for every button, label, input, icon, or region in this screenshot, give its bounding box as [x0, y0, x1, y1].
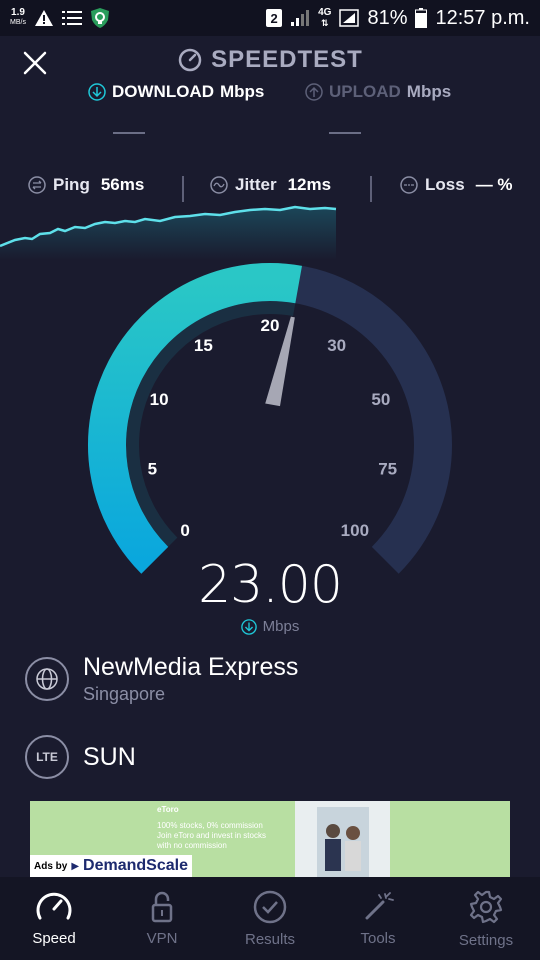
- server-location: Singapore: [83, 684, 166, 704]
- network-speed-indicator: 1.9 MB/s: [10, 7, 26, 27]
- page-title: SPEEDTEST: [211, 46, 363, 73]
- list-icon: [61, 10, 82, 26]
- checkmark-circle-icon: [253, 890, 287, 924]
- globe-icon: [25, 657, 69, 701]
- lte-badge-icon: LTE: [25, 735, 69, 779]
- gauge-tick-label: 5: [148, 459, 157, 478]
- speed-value: 23.00: [198, 555, 343, 615]
- stat-divider: [182, 176, 184, 202]
- loss-icon: [400, 176, 418, 194]
- jitter-icon: [210, 176, 228, 194]
- nav-tools[interactable]: Tools: [324, 877, 432, 960]
- ad-banner[interactable]: eToro 100% stocks, 0% commission Join eT…: [30, 801, 510, 877]
- app-header: SPEEDTEST: [0, 36, 540, 86]
- ping-icon: [28, 176, 46, 194]
- signal-strength-icon: [339, 9, 360, 27]
- signal-icon: [290, 9, 310, 27]
- nav-speed[interactable]: Speed: [0, 877, 108, 960]
- upload-icon: [305, 83, 323, 101]
- gauge-tick-label: 100: [341, 521, 369, 540]
- download-placeholder-dash: [113, 132, 145, 134]
- play-icon: ▶: [71, 860, 80, 872]
- warning-icon: [34, 9, 54, 27]
- speed-unit: Mbps: [0, 618, 540, 635]
- gauge-tick-label: 20: [261, 316, 280, 335]
- battery-icon: [415, 8, 428, 28]
- loss-stat: Loss — %: [400, 175, 513, 195]
- ad-image: [295, 801, 390, 877]
- nav-results[interactable]: Results: [216, 877, 324, 960]
- ad-attribution: Ads by ▶ DemandScale: [30, 855, 192, 877]
- download-icon: [240, 618, 257, 635]
- speedometer-icon: [36, 892, 72, 920]
- clock: 12:57 p.m.: [435, 6, 530, 29]
- speed-sparkline: [0, 205, 337, 260]
- magic-wand-icon: [365, 892, 394, 920]
- stat-divider: [370, 176, 372, 202]
- gauge-tick-label: 15: [194, 336, 213, 355]
- provider-name: SUN: [83, 742, 136, 771]
- nav-vpn[interactable]: VPN: [108, 877, 216, 960]
- ad-text: eToro 100% stocks, 0% commission Join eT…: [157, 805, 266, 850]
- gauge-tick-label: 30: [327, 336, 346, 355]
- gauge-tick-labels: 0 5 10 15 20 30 50 75 100: [148, 316, 398, 540]
- lock-icon: [151, 891, 173, 923]
- upload-placeholder-dash: [329, 132, 361, 134]
- server-name: NewMedia Express: [83, 653, 299, 681]
- server-info[interactable]: NewMedia Express Singapore: [25, 653, 298, 705]
- jitter-stat: Jitter 12ms: [210, 175, 331, 195]
- sim-slot-icon: 2: [266, 9, 283, 27]
- speedometer-icon: [178, 48, 202, 72]
- upload-mode: UPLOAD Mbps: [305, 82, 451, 102]
- battery-percent: 81%: [367, 6, 408, 29]
- gear-icon: [469, 890, 503, 924]
- status-bar: 1.9 MB/s 2 4G ⇅ 81% 12:57 p.m.: [0, 0, 540, 36]
- gauge-tick-label: 75: [378, 459, 397, 478]
- speed-readout: 23.00: [0, 555, 540, 615]
- gauge-tick-label: 0: [180, 521, 189, 540]
- latency-stats: Ping 56ms Jitter 12ms Loss — %: [0, 175, 540, 199]
- gauge-tick-label: 50: [371, 390, 390, 409]
- bottom-navigation: Speed VPN Results Tools Settings: [0, 877, 540, 960]
- network-type-label: 4G ⇅: [318, 7, 332, 29]
- provider-info: LTE SUN: [25, 735, 136, 779]
- download-icon: [88, 83, 106, 101]
- test-modes: DOWNLOAD Mbps UPLOAD Mbps: [0, 82, 540, 112]
- vpn-shield-icon: [90, 7, 110, 29]
- download-mode: DOWNLOAD Mbps: [88, 82, 264, 102]
- ping-stat: Ping 56ms: [28, 175, 144, 195]
- nav-settings[interactable]: Settings: [432, 877, 540, 960]
- gauge-tick-label: 10: [150, 390, 169, 409]
